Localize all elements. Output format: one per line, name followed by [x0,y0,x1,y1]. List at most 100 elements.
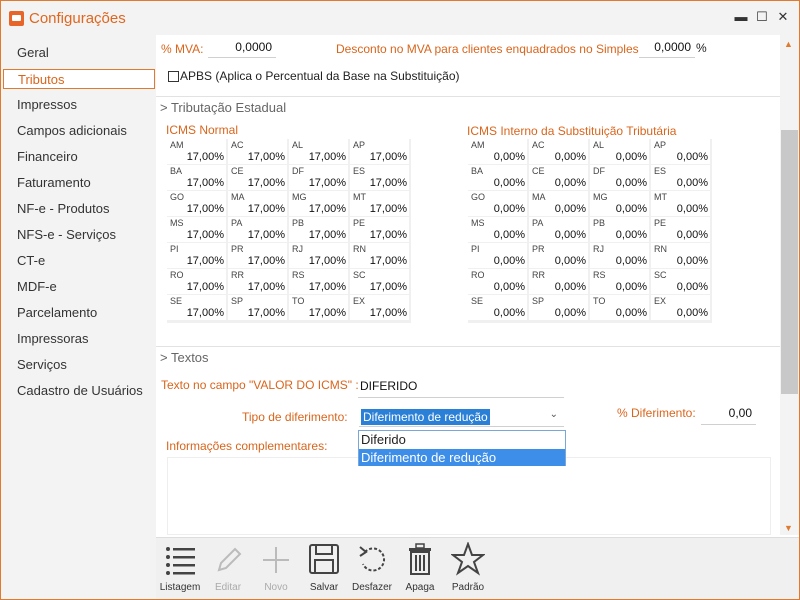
icms-cell-ap[interactable]: AP 0,00% [651,139,710,164]
icms-cell-ac[interactable]: AC 0,00% [529,139,588,164]
icms-cell-go[interactable]: GO 0,00% [468,191,527,216]
sidebar-item-tributos[interactable]: Tributos [3,69,155,89]
icms-cell-pi[interactable]: PI 17,00% [167,243,226,268]
padrao-button[interactable]: Padrão [444,538,492,600]
sidebar-item-cte[interactable]: CT-e [3,251,155,271]
close-button[interactable]: ✕ [773,7,793,27]
icms-cell-mg[interactable]: MG 17,00% [289,191,348,216]
sidebar-item-cadastro-usuarios[interactable]: Cadastro de Usuários [3,381,155,401]
scrollbar-thumb[interactable] [781,130,798,394]
icms-cell-ma[interactable]: MA 0,00% [529,191,588,216]
option-diferimento-reducao[interactable]: Diferimento de redução [359,449,565,466]
desconto-mva-input[interactable]: 0,0000 [639,38,695,58]
icms-cell-rn[interactable]: RN 17,00% [350,243,409,268]
icms-cell-pa[interactable]: PA 17,00% [228,217,287,242]
icms-cell-pb[interactable]: PB 0,00% [590,217,649,242]
icms-rate: 0,00% [615,307,647,319]
icms-cell-am[interactable]: AM 17,00% [167,139,226,164]
icms-cell-pr[interactable]: PR 0,00% [529,243,588,268]
sidebar-item-faturamento[interactable]: Faturamento [3,173,155,193]
state-code: TO [292,296,305,306]
icms-cell-ms[interactable]: MS 0,00% [468,217,527,242]
sidebar-item-nfe-produtos[interactable]: NF-e - Produtos [3,199,155,219]
icms-cell-ce[interactable]: CE 0,00% [529,165,588,190]
sidebar-item-impressos[interactable]: Impressos [3,95,155,115]
icms-cell-pe[interactable]: PE 0,00% [651,217,710,242]
valor-icms-input[interactable]: DIFERIDO [358,376,564,398]
option-diferido[interactable]: Diferido [359,431,565,448]
icms-cell-pr[interactable]: PR 17,00% [228,243,287,268]
icms-cell-pb[interactable]: PB 17,00% [289,217,348,242]
icms-cell-sp[interactable]: SP 0,00% [529,295,588,320]
novo-button[interactable]: Novo [252,538,300,600]
icms-cell-rj[interactable]: RJ 17,00% [289,243,348,268]
icms-cell-se[interactable]: SE 0,00% [468,295,527,320]
mva-input[interactable]: 0,0000 [208,38,276,58]
icms-rate: 17,00% [308,177,346,189]
icms-cell-pa[interactable]: PA 0,00% [529,217,588,242]
icms-cell-mt[interactable]: MT 0,00% [651,191,710,216]
icms-cell-rr[interactable]: RR 0,00% [529,269,588,294]
section-tributacao-estadual[interactable]: > Tributação Estadual [156,96,780,118]
icms-cell-mt[interactable]: MT 17,00% [350,191,409,216]
icms-cell-sc[interactable]: SC 17,00% [350,269,409,294]
salvar-button[interactable]: Salvar [300,538,348,600]
icms-cell-to[interactable]: TO 17,00% [289,295,348,320]
icms-cell-am[interactable]: AM 0,00% [468,139,527,164]
icms-cell-mg[interactable]: MG 0,00% [590,191,649,216]
icms-cell-rs[interactable]: RS 0,00% [590,269,649,294]
icms-rate: 0,00% [493,281,525,293]
scroll-down-icon[interactable]: ▼ [784,523,793,533]
pct-diferimento-input[interactable]: 0,00 [701,403,756,425]
minimize-button[interactable]: ▬ [731,7,751,27]
icms-cell-es[interactable]: ES 0,00% [651,165,710,190]
icms-cell-sp[interactable]: SP 17,00% [228,295,287,320]
icms-cell-ms[interactable]: MS 17,00% [167,217,226,242]
icms-cell-se[interactable]: SE 17,00% [167,295,226,320]
icms-cell-pe[interactable]: PE 17,00% [350,217,409,242]
icms-cell-ma[interactable]: MA 17,00% [228,191,287,216]
icms-cell-rs[interactable]: RS 17,00% [289,269,348,294]
sidebar-item-servicos[interactable]: Serviços [3,355,155,375]
icms-cell-rn[interactable]: RN 0,00% [651,243,710,268]
listagem-button[interactable]: Listagem [156,538,204,600]
apaga-button[interactable]: Apaga [396,538,444,600]
sidebar-item-financeiro[interactable]: Financeiro [3,147,155,167]
icms-cell-ex[interactable]: EX 0,00% [651,295,710,320]
icms-cell-ce[interactable]: CE 17,00% [228,165,287,190]
section-textos[interactable]: > Textos [156,346,780,368]
maximize-button[interactable]: ☐ [752,7,772,27]
chevron-down-icon[interactable]: ⌄ [550,409,558,420]
sidebar-item-geral[interactable]: Geral [3,43,155,63]
icms-cell-ro[interactable]: RO 0,00% [468,269,527,294]
icms-cell-rj[interactable]: RJ 0,00% [590,243,649,268]
icms-cell-sc[interactable]: SC 0,00% [651,269,710,294]
icms-cell-go[interactable]: GO 17,00% [167,191,226,216]
icms-cell-df[interactable]: DF 17,00% [289,165,348,190]
icms-cell-rr[interactable]: RR 17,00% [228,269,287,294]
info-complementares-textarea[interactable] [167,457,771,535]
icms-cell-ba[interactable]: BA 0,00% [468,165,527,190]
sidebar-item-impressoras[interactable]: Impressoras [3,329,155,349]
icms-cell-ac[interactable]: AC 17,00% [228,139,287,164]
icms-cell-es[interactable]: ES 17,00% [350,165,409,190]
icms-cell-ap[interactable]: AP 17,00% [350,139,409,164]
icms-cell-pi[interactable]: PI 0,00% [468,243,527,268]
editar-button[interactable]: Editar [204,538,252,600]
icms-cell-df[interactable]: DF 0,00% [590,165,649,190]
tipo-diferimento-select[interactable]: Diferimento de redução ⌄ [359,407,564,427]
scroll-up-icon[interactable]: ▲ [784,39,793,49]
icms-rate: 17,00% [308,229,346,241]
icms-cell-al[interactable]: AL 17,00% [289,139,348,164]
desfazer-button[interactable]: Desfazer [348,538,396,600]
sidebar-item-parcelamento[interactable]: Parcelamento [3,303,155,323]
icms-cell-ro[interactable]: RO 17,00% [167,269,226,294]
icms-cell-ex[interactable]: EX 17,00% [350,295,409,320]
apbs-checkbox[interactable] [168,71,179,82]
icms-cell-al[interactable]: AL 0,00% [590,139,649,164]
icms-cell-to[interactable]: TO 0,00% [590,295,649,320]
sidebar-item-nfse-servicos[interactable]: NFS-e - Serviços [3,225,155,245]
sidebar-item-campos-adicionais[interactable]: Campos adicionais [3,121,155,141]
icms-cell-ba[interactable]: BA 17,00% [167,165,226,190]
sidebar-item-mdfe[interactable]: MDF-e [3,277,155,297]
